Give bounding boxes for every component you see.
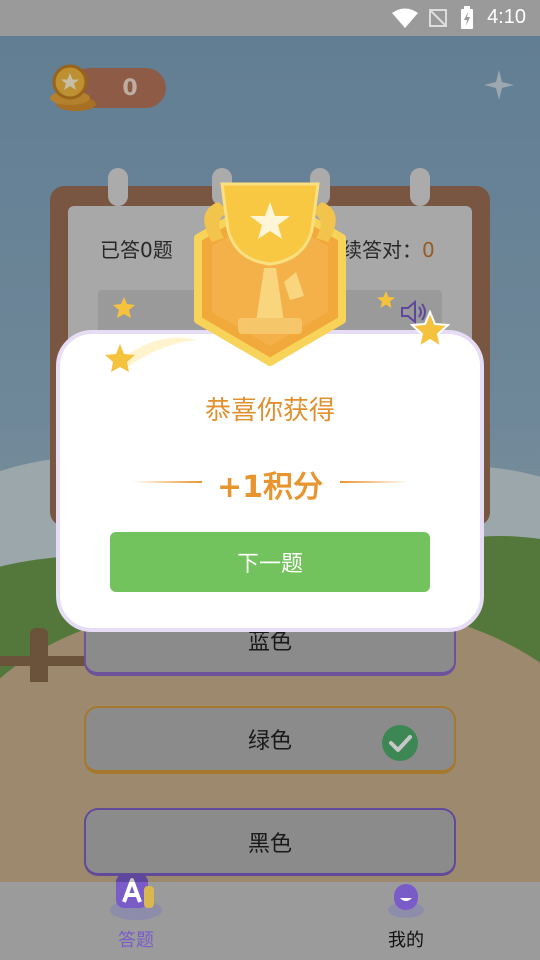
reward-points: +1积分 — [216, 470, 323, 505]
star-icon — [410, 310, 450, 350]
profile-icon — [388, 884, 424, 918]
trophy-badge-icon — [194, 182, 346, 366]
nav-label-profile: 我的 — [388, 930, 424, 951]
next-question-button[interactable]: 下一题 — [110, 532, 430, 592]
battery-icon — [461, 6, 473, 29]
nav-item-quiz[interactable]: 答题 — [66, 870, 206, 952]
status-time: 4:10 — [487, 6, 526, 28]
bottom-nav: 答题 我的 — [0, 874, 540, 960]
no-signal-icon — [429, 9, 447, 27]
dialog-title: 恭喜你获得 — [204, 396, 335, 426]
nav-label-quiz: 答题 — [118, 930, 154, 951]
star-icon — [113, 297, 135, 318]
wifi-icon — [392, 8, 418, 28]
status-bar: 4:10 — [0, 0, 540, 36]
star-icon — [377, 291, 395, 308]
nav-item-profile[interactable]: 我的 — [336, 878, 476, 952]
